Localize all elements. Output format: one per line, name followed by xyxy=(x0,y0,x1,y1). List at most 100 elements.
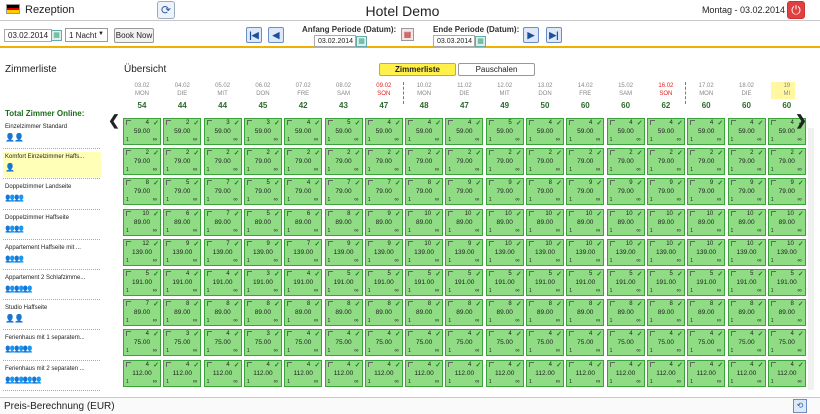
availability-cell[interactable]: 4 ✓ 75.00 1 ∞ xyxy=(203,329,242,357)
availability-cell[interactable]: 2 ✓ 79.00 1 ∞ xyxy=(123,148,161,176)
room-category-item[interactable]: Appartement 2 Schlafzimme... 👥👥👥 xyxy=(3,273,101,295)
scroll-left-arrow-icon[interactable]: ❮ xyxy=(106,110,122,130)
availability-cell[interactable]: 10 ✓ 89.00 1 ∞ xyxy=(606,208,645,236)
availability-cell[interactable]: 4 ✓ 191.00 1 ∞ xyxy=(203,269,242,296)
availability-cell[interactable]: 2 ✓ 79.00 1 ∞ xyxy=(485,148,524,176)
availability-cell[interactable]: 10 ✓ 139.00 1 ∞ xyxy=(606,238,645,266)
availability-cell[interactable]: 4 ✓ 79.00 1 ∞ xyxy=(284,178,323,206)
room-category-item[interactable]: Komfort Einzelzimmer Haffs... 👤 xyxy=(3,152,101,178)
availability-cell[interactable]: 10 ✓ 139.00 1 ∞ xyxy=(485,238,524,266)
availability-cell[interactable]: 10 ✓ 139.00 1 ∞ xyxy=(526,238,564,266)
period-start-input[interactable]: 03.02.2014 xyxy=(314,35,356,47)
availability-cell[interactable]: 5 ✓ 191.00 1 ∞ xyxy=(646,269,685,296)
availability-cell[interactable]: 5 ✓ 191.00 1 ∞ xyxy=(364,269,403,296)
availability-cell[interactable]: 10 ✓ 139.00 1 ∞ xyxy=(687,238,726,266)
availability-cell[interactable]: 5 ✓ 59.00 1 ∞ xyxy=(485,118,524,145)
availability-cell[interactable]: 4 ✓ 59.00 1 ∞ xyxy=(606,118,645,145)
availability-cell[interactable]: 4 ✓ 112.00 1 ∞ xyxy=(203,359,242,387)
availability-cell[interactable]: 8 ✓ 89.00 1 ∞ xyxy=(485,299,524,327)
availability-cell[interactable]: 8 ✓ 89.00 1 ∞ xyxy=(727,299,766,327)
availability-cell[interactable]: 8 ✓ 89.00 1 ∞ xyxy=(324,208,363,236)
availability-cell[interactable]: 8 ✓ 89.00 1 ∞ xyxy=(526,299,564,327)
availability-cell[interactable]: 4 ✓ 112.00 1 ∞ xyxy=(123,359,161,387)
room-category-item[interactable]: Ferienhaus mit 2 separaten ... 👥👥👥👥 xyxy=(3,364,101,386)
arrival-date-input[interactable]: 03.02.2014 xyxy=(4,29,52,42)
availability-cell[interactable]: 4 ✓ 59.00 1 ∞ xyxy=(687,118,726,145)
availability-cell[interactable]: 2 ✓ 79.00 1 ∞ xyxy=(284,148,323,176)
availability-cell[interactable]: 8 ✓ 89.00 1 ∞ xyxy=(324,299,363,327)
availability-cell[interactable]: 8 ✓ 79.00 1 ∞ xyxy=(123,178,161,206)
availability-cell[interactable]: 4 ✓ 75.00 1 ∞ xyxy=(284,329,323,357)
availability-cell[interactable]: 9 ✓ 139.00 1 ∞ xyxy=(445,238,484,266)
availability-cell[interactable]: 7 ✓ 79.00 1 ∞ xyxy=(203,178,242,206)
availability-cell[interactable]: 2 ✓ 79.00 1 ∞ xyxy=(324,148,363,176)
availability-cell[interactable]: 9 ✓ 79.00 1 ∞ xyxy=(445,178,484,206)
availability-cell[interactable]: 4 ✓ 112.00 1 ∞ xyxy=(606,359,645,387)
availability-cell[interactable]: 8 ✓ 79.00 1 ∞ xyxy=(405,178,444,206)
availability-cell[interactable]: 5 ✓ 191.00 1 ∞ xyxy=(687,269,726,296)
availability-cell[interactable]: 2 ✓ 79.00 1 ∞ xyxy=(163,148,202,176)
availability-cell[interactable]: 4 ✓ 191.00 1 ∞ xyxy=(163,269,202,296)
availability-cell[interactable]: 2 ✓ 79.00 1 ∞ xyxy=(727,148,766,176)
availability-cell[interactable]: 3 ✓ 75.00 1 ∞ xyxy=(163,329,202,357)
availability-cell[interactable]: 4 ✓ 59.00 1 ∞ xyxy=(727,118,766,145)
availability-cell[interactable]: 4 ✓ 112.00 1 ∞ xyxy=(485,359,524,387)
tab-zimmerliste[interactable]: Zimmerliste xyxy=(379,63,456,76)
availability-cell[interactable]: 2 ✓ 79.00 1 ∞ xyxy=(606,148,645,176)
availability-cell[interactable]: 9 ✓ 139.00 1 ∞ xyxy=(163,238,202,266)
availability-cell[interactable]: 10 ✓ 139.00 1 ∞ xyxy=(767,238,806,266)
availability-cell[interactable]: 9 ✓ 79.00 1 ∞ xyxy=(606,178,645,206)
calendar-icon[interactable]: ▦ xyxy=(356,36,367,47)
availability-cell[interactable]: 4 ✓ 112.00 1 ∞ xyxy=(445,359,484,387)
availability-cell[interactable]: 10 ✓ 89.00 1 ∞ xyxy=(445,208,484,236)
availability-cell[interactable]: 4 ✓ 112.00 1 ∞ xyxy=(405,359,444,387)
availability-cell[interactable]: 8 ✓ 89.00 1 ∞ xyxy=(405,299,444,327)
tab-pauschalen[interactable]: Pauschalen xyxy=(458,63,535,76)
scroll-right-arrow-icon[interactable]: ❯ xyxy=(793,110,809,130)
availability-cell[interactable]: 7 ✓ 139.00 1 ∞ xyxy=(203,238,242,266)
availability-cell[interactable]: 3 ✓ 191.00 1 ∞ xyxy=(243,269,282,296)
availability-cell[interactable]: 10 ✓ 89.00 1 ∞ xyxy=(526,208,564,236)
availability-cell[interactable]: 4 ✓ 75.00 1 ∞ xyxy=(606,329,645,357)
availability-cell[interactable]: 8 ✓ 89.00 1 ∞ xyxy=(646,299,685,327)
first-period-button[interactable]: |◀ xyxy=(246,27,262,43)
availability-cell[interactable]: 9 ✓ 79.00 1 ∞ xyxy=(767,178,806,206)
availability-cell[interactable]: 5 ✓ 191.00 1 ∞ xyxy=(606,269,645,296)
availability-cell[interactable]: 7 ✓ 89.00 1 ∞ xyxy=(123,299,161,327)
availability-cell[interactable]: 7 ✓ 89.00 1 ∞ xyxy=(203,208,242,236)
calendar-icon[interactable]: ▦ xyxy=(475,36,486,47)
availability-cell[interactable]: 9 ✓ 79.00 1 ∞ xyxy=(566,178,605,206)
availability-cell[interactable]: 4 ✓ 59.00 1 ∞ xyxy=(646,118,685,145)
availability-cell[interactable]: 2 ✓ 79.00 1 ∞ xyxy=(364,148,403,176)
availability-cell[interactable]: 4 ✓ 112.00 1 ∞ xyxy=(566,359,605,387)
expand-panel-icon[interactable]: ⟲ xyxy=(793,399,807,413)
availability-cell[interactable]: 2 ✓ 79.00 1 ∞ xyxy=(646,148,685,176)
availability-cell[interactable]: 4 ✓ 75.00 1 ∞ xyxy=(445,329,484,357)
last-period-button[interactable]: ▶| xyxy=(546,27,562,43)
room-category-item[interactable]: Studio Haffseite 👤👤 xyxy=(3,303,101,325)
availability-cell[interactable]: 5 ✓ 79.00 1 ∞ xyxy=(163,178,202,206)
availability-cell[interactable]: 9 ✓ 79.00 1 ∞ xyxy=(727,178,766,206)
availability-cell[interactable]: 12 ✓ 139.00 1 ∞ xyxy=(123,238,161,266)
availability-cell[interactable]: 7 ✓ 139.00 1 ∞ xyxy=(284,238,323,266)
availability-cell[interactable]: 10 ✓ 89.00 1 ∞ xyxy=(687,208,726,236)
availability-cell[interactable]: 2 ✓ 79.00 1 ∞ xyxy=(405,148,444,176)
availability-cell[interactable]: 8 ✓ 89.00 1 ∞ xyxy=(606,299,645,327)
availability-cell[interactable]: 4 ✓ 75.00 1 ∞ xyxy=(123,329,161,357)
availability-cell[interactable]: 9 ✓ 79.00 1 ∞ xyxy=(646,178,685,206)
availability-cell[interactable]: 5 ✓ 191.00 1 ∞ xyxy=(123,269,161,296)
german-flag-icon[interactable] xyxy=(6,4,20,14)
availability-cell[interactable]: 9 ✓ 139.00 1 ∞ xyxy=(324,238,363,266)
availability-cell[interactable]: 4 ✓ 59.00 1 ∞ xyxy=(526,118,564,145)
availability-cell[interactable]: 9 ✓ 89.00 1 ∞ xyxy=(364,208,403,236)
room-category-item[interactable]: Doppelzimmer Haffseite 👥👥 xyxy=(3,213,101,235)
logout-power-button[interactable]: ⏻ xyxy=(787,1,805,19)
availability-cell[interactable]: 9 ✓ 139.00 1 ∞ xyxy=(243,238,282,266)
availability-cell[interactable]: 4 ✓ 59.00 1 ∞ xyxy=(284,118,323,145)
availability-cell[interactable]: 4 ✓ 112.00 1 ∞ xyxy=(767,359,806,387)
vertical-scrollbar[interactable] xyxy=(808,128,814,390)
availability-cell[interactable]: 8 ✓ 89.00 1 ∞ xyxy=(243,299,282,327)
availability-cell[interactable]: 3 ✓ 59.00 1 ∞ xyxy=(203,118,242,145)
availability-cell[interactable]: 4 ✓ 59.00 1 ∞ xyxy=(445,118,484,145)
availability-cell[interactable]: 4 ✓ 75.00 1 ∞ xyxy=(526,329,564,357)
